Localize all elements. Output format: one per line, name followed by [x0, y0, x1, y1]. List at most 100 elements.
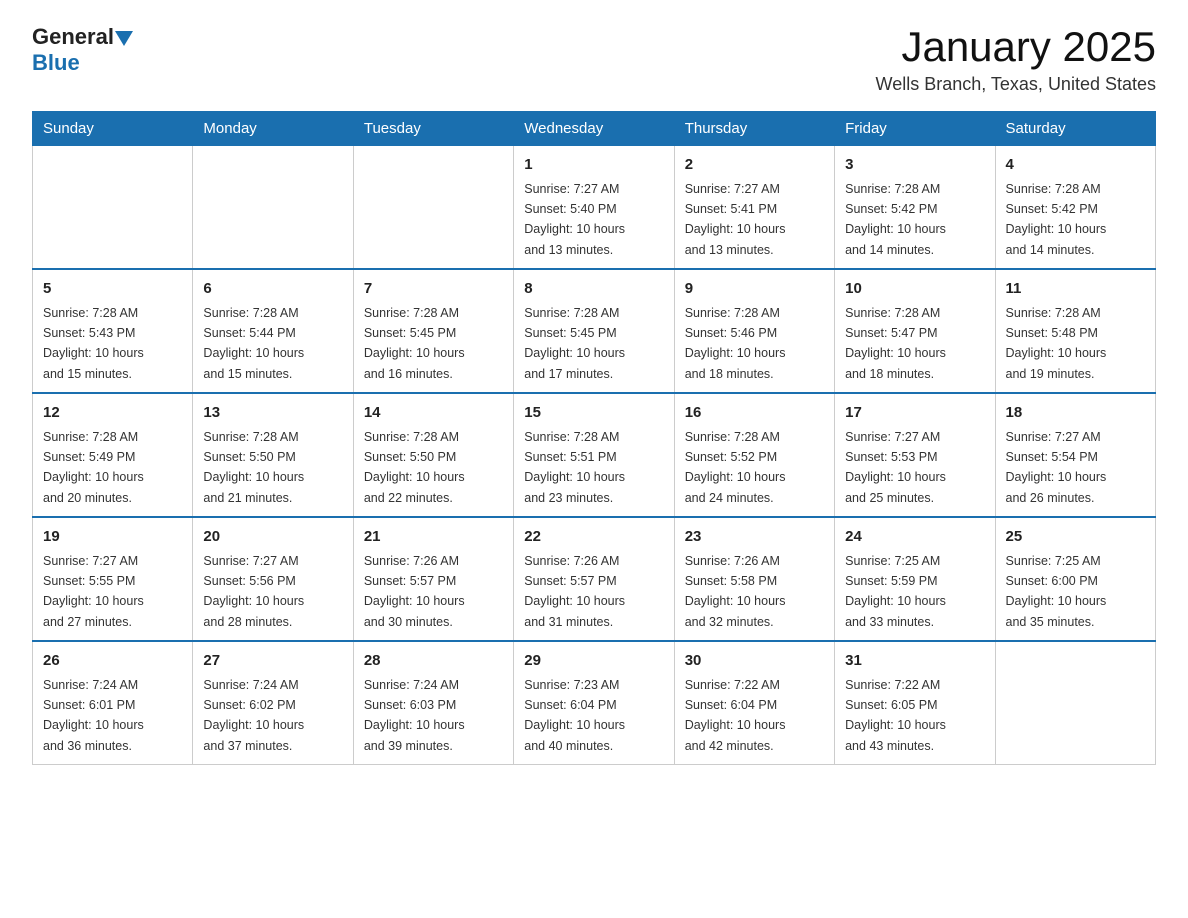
- title-block: January 2025 Wells Branch, Texas, United…: [876, 24, 1156, 95]
- logo-general-text: General: [32, 24, 114, 50]
- calendar-cell: 27Sunrise: 7:24 AM Sunset: 6:02 PM Dayli…: [193, 641, 353, 765]
- calendar-cell: 30Sunrise: 7:22 AM Sunset: 6:04 PM Dayli…: [674, 641, 834, 765]
- day-info: Sunrise: 7:27 AM Sunset: 5:53 PM Dayligh…: [845, 430, 946, 505]
- day-number: 4: [1006, 154, 1145, 177]
- calendar-week-row: 12 Sunrise: 7:28 AM Sunset: 5:49 PM Dayli…: [33, 393, 1156, 517]
- calendar-cell: 23Sunrise: 7:26 AM Sunset: 5:58 PM Dayli…: [674, 517, 834, 641]
- day-number: 1: [524, 154, 663, 177]
- calendar-header-row: SundayMondayTuesdayWednesdayThursdayFrid…: [33, 112, 1156, 146]
- day-info: Sunrise: 7:28 AM Sunset: 5:47 PM Dayligh…: [845, 306, 946, 381]
- calendar-cell: 7Sunrise: 7:28 AM Sunset: 5:45 PM Daylig…: [353, 269, 513, 393]
- calendar-cell: 19Sunrise: 7:27 AM Sunset: 5:55 PM Dayli…: [33, 517, 193, 641]
- calendar-cell: 20 Sunrise: 7:27 AM Sunset: 5:56 PM Dayli…: [193, 517, 353, 641]
- day-info: Sunrise: 7:27 AM Sunset: 5:54 PM Dayligh…: [1006, 430, 1107, 505]
- calendar-cell: 21Sunrise: 7:26 AM Sunset: 5:57 PM Dayli…: [353, 517, 513, 641]
- day-info: Sunrise: 7:27 AM Sunset: 5:56 PM Dayligh…: [203, 554, 304, 629]
- day-number: 7: [364, 278, 503, 301]
- calendar-week-row: 1 Sunrise: 7:27 AM Sunset: 5:40 PM Daylig…: [33, 146, 1156, 270]
- calendar-cell: 11Sunrise: 7:28 AM Sunset: 5:48 PM Dayli…: [995, 269, 1155, 393]
- calendar-cell: [995, 641, 1155, 765]
- day-number: 12: [43, 402, 182, 425]
- day-number: 5: [43, 278, 182, 301]
- calendar-cell: 1 Sunrise: 7:27 AM Sunset: 5:40 PM Daylig…: [514, 146, 674, 270]
- day-info: Sunrise: 7:28 AM Sunset: 5:44 PM Dayligh…: [203, 306, 304, 381]
- day-info: Sunrise: 7:27 AM Sunset: 5:55 PM Dayligh…: [43, 554, 144, 629]
- calendar-cell: 14Sunrise: 7:28 AM Sunset: 5:50 PM Dayli…: [353, 393, 513, 517]
- day-number: 25: [1006, 526, 1145, 549]
- day-info: Sunrise: 7:25 AM Sunset: 6:00 PM Dayligh…: [1006, 554, 1107, 629]
- col-header-tuesday: Tuesday: [353, 112, 513, 146]
- day-info: Sunrise: 7:27 AM Sunset: 5:41 PM Dayligh…: [685, 182, 786, 257]
- calendar-week-row: 5 Sunrise: 7:28 AM Sunset: 5:43 PM Daylig…: [33, 269, 1156, 393]
- calendar-cell: 29 Sunrise: 7:23 AM Sunset: 6:04 PM Dayli…: [514, 641, 674, 765]
- day-info: Sunrise: 7:27 AM Sunset: 5:40 PM Dayligh…: [524, 182, 625, 257]
- day-info: Sunrise: 7:25 AM Sunset: 5:59 PM Dayligh…: [845, 554, 946, 629]
- day-info: Sunrise: 7:28 AM Sunset: 5:49 PM Dayligh…: [43, 430, 144, 505]
- day-number: 8: [524, 278, 663, 301]
- calendar-cell: 15 Sunrise: 7:28 AM Sunset: 5:51 PM Dayli…: [514, 393, 674, 517]
- day-number: 15: [524, 402, 663, 425]
- day-number: 16: [685, 402, 824, 425]
- day-info: Sunrise: 7:26 AM Sunset: 5:57 PM Dayligh…: [524, 554, 625, 629]
- day-info: Sunrise: 7:28 AM Sunset: 5:51 PM Dayligh…: [524, 430, 625, 505]
- day-number: 20: [203, 526, 342, 549]
- day-number: 3: [845, 154, 984, 177]
- calendar-cell: 22 Sunrise: 7:26 AM Sunset: 5:57 PM Dayli…: [514, 517, 674, 641]
- day-number: 17: [845, 402, 984, 425]
- day-number: 11: [1006, 278, 1145, 301]
- day-info: Sunrise: 7:28 AM Sunset: 5:42 PM Dayligh…: [1006, 182, 1107, 257]
- col-header-thursday: Thursday: [674, 112, 834, 146]
- day-number: 22: [524, 526, 663, 549]
- day-info: Sunrise: 7:28 AM Sunset: 5:50 PM Dayligh…: [364, 430, 465, 505]
- day-info: Sunrise: 7:23 AM Sunset: 6:04 PM Dayligh…: [524, 678, 625, 753]
- col-header-sunday: Sunday: [33, 112, 193, 146]
- day-info: Sunrise: 7:26 AM Sunset: 5:57 PM Dayligh…: [364, 554, 465, 629]
- day-info: Sunrise: 7:28 AM Sunset: 5:45 PM Dayligh…: [524, 306, 625, 381]
- day-number: 30: [685, 650, 824, 673]
- calendar-cell: 24 Sunrise: 7:25 AM Sunset: 5:59 PM Dayli…: [835, 517, 995, 641]
- day-info: Sunrise: 7:26 AM Sunset: 5:58 PM Dayligh…: [685, 554, 786, 629]
- calendar-cell: 6 Sunrise: 7:28 AM Sunset: 5:44 PM Daylig…: [193, 269, 353, 393]
- calendar-cell: 4 Sunrise: 7:28 AM Sunset: 5:42 PM Daylig…: [995, 146, 1155, 270]
- col-header-saturday: Saturday: [995, 112, 1155, 146]
- day-number: 10: [845, 278, 984, 301]
- logo: General Blue: [32, 24, 133, 76]
- calendar-cell: 3 Sunrise: 7:28 AM Sunset: 5:42 PM Daylig…: [835, 146, 995, 270]
- calendar-week-row: 26Sunrise: 7:24 AM Sunset: 6:01 PM Dayli…: [33, 641, 1156, 765]
- calendar-cell: 5 Sunrise: 7:28 AM Sunset: 5:43 PM Daylig…: [33, 269, 193, 393]
- day-number: 24: [845, 526, 984, 549]
- day-info: Sunrise: 7:28 AM Sunset: 5:46 PM Dayligh…: [685, 306, 786, 381]
- calendar-table: SundayMondayTuesdayWednesdayThursdayFrid…: [32, 111, 1156, 765]
- day-number: 2: [685, 154, 824, 177]
- day-info: Sunrise: 7:22 AM Sunset: 6:05 PM Dayligh…: [845, 678, 946, 753]
- day-info: Sunrise: 7:28 AM Sunset: 5:50 PM Dayligh…: [203, 430, 304, 505]
- day-info: Sunrise: 7:24 AM Sunset: 6:02 PM Dayligh…: [203, 678, 304, 753]
- calendar-cell: [33, 146, 193, 270]
- day-number: 18: [1006, 402, 1145, 425]
- day-info: Sunrise: 7:28 AM Sunset: 5:42 PM Dayligh…: [845, 182, 946, 257]
- logo-triangle-icon: [115, 31, 133, 46]
- calendar-cell: 26Sunrise: 7:24 AM Sunset: 6:01 PM Dayli…: [33, 641, 193, 765]
- calendar-cell: 25 Sunrise: 7:25 AM Sunset: 6:00 PM Dayli…: [995, 517, 1155, 641]
- month-title: January 2025: [876, 24, 1156, 70]
- calendar-cell: 10 Sunrise: 7:28 AM Sunset: 5:47 PM Dayli…: [835, 269, 995, 393]
- day-info: Sunrise: 7:28 AM Sunset: 5:52 PM Dayligh…: [685, 430, 786, 505]
- calendar-cell: 9 Sunrise: 7:28 AM Sunset: 5:46 PM Daylig…: [674, 269, 834, 393]
- location-title: Wells Branch, Texas, United States: [876, 74, 1156, 95]
- day-info: Sunrise: 7:28 AM Sunset: 5:43 PM Dayligh…: [43, 306, 144, 381]
- day-number: 13: [203, 402, 342, 425]
- calendar-cell: 31Sunrise: 7:22 AM Sunset: 6:05 PM Dayli…: [835, 641, 995, 765]
- calendar-cell: 12 Sunrise: 7:28 AM Sunset: 5:49 PM Dayli…: [33, 393, 193, 517]
- calendar-cell: 17 Sunrise: 7:27 AM Sunset: 5:53 PM Dayli…: [835, 393, 995, 517]
- day-number: 9: [685, 278, 824, 301]
- calendar-week-row: 19Sunrise: 7:27 AM Sunset: 5:55 PM Dayli…: [33, 517, 1156, 641]
- calendar-cell: 16 Sunrise: 7:28 AM Sunset: 5:52 PM Dayli…: [674, 393, 834, 517]
- col-header-monday: Monday: [193, 112, 353, 146]
- day-number: 29: [524, 650, 663, 673]
- calendar-cell: [193, 146, 353, 270]
- day-number: 6: [203, 278, 342, 301]
- col-header-friday: Friday: [835, 112, 995, 146]
- calendar-cell: 8 Sunrise: 7:28 AM Sunset: 5:45 PM Daylig…: [514, 269, 674, 393]
- col-header-wednesday: Wednesday: [514, 112, 674, 146]
- logo-blue-text: Blue: [32, 50, 80, 75]
